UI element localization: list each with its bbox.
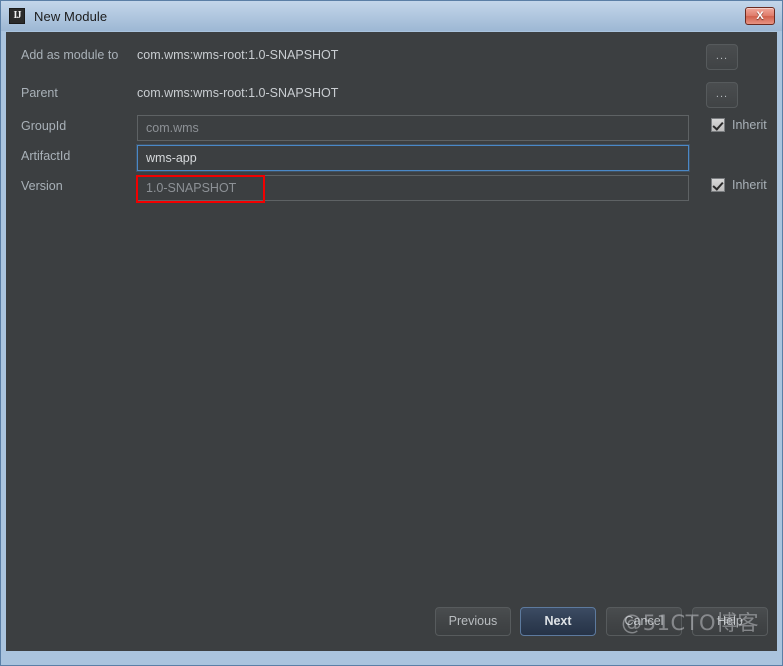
close-icon[interactable]: X	[745, 7, 775, 25]
dialog-button-bar: Previous Next Cancel Help	[6, 607, 777, 637]
title-bar[interactable]: IJ New Module X	[1, 1, 782, 31]
help-button[interactable]: Help	[692, 607, 768, 636]
version-input[interactable]: 1.0-SNAPSHOT	[137, 175, 689, 201]
label-artifactid: ArtifactId	[21, 149, 71, 163]
browse-button-parent[interactable]: ...	[706, 82, 738, 108]
checkbox-checked-icon[interactable]	[711, 178, 725, 192]
intellij-idea-icon: IJ	[9, 8, 25, 24]
checkbox-checked-icon[interactable]	[711, 118, 725, 132]
inherit-label-groupid: Inherit	[732, 118, 767, 132]
label-add-as-module-to: Add as module to	[21, 48, 119, 62]
value-add-as-module-to: com.wms:wms-root:1.0-SNAPSHOT	[137, 48, 339, 62]
window-title: New Module	[34, 8, 108, 24]
value-parent: com.wms:wms-root:1.0-SNAPSHOT	[137, 86, 339, 100]
artifactid-input[interactable]: wms-app	[137, 145, 689, 171]
label-version: Version	[21, 179, 63, 193]
dialog-content-panel: Add as module to com.wms:wms-root:1.0-SN…	[6, 32, 777, 651]
form-row-groupid: GroupId com.wms Inherit	[6, 115, 777, 141]
browse-button-add-as-module-to[interactable]: ...	[706, 44, 738, 70]
inherit-checkbox-groupid[interactable]: Inherit	[711, 118, 767, 132]
groupid-input[interactable]: com.wms	[137, 115, 689, 141]
label-groupid: GroupId	[21, 119, 67, 133]
inherit-checkbox-version[interactable]: Inherit	[711, 178, 767, 192]
cancel-button[interactable]: Cancel	[606, 607, 682, 636]
new-module-dialog-window: IJ New Module X Add as module to com.wms…	[0, 0, 783, 666]
form-row-parent: Parent com.wms:wms-root:1.0-SNAPSHOT ...	[6, 82, 777, 108]
form-row-version: Version 1.0-SNAPSHOT Inherit	[6, 175, 777, 201]
inherit-label-version: Inherit	[732, 178, 767, 192]
form-row-artifactid: ArtifactId wms-app	[6, 145, 777, 171]
form-row-add-as-module-to: Add as module to com.wms:wms-root:1.0-SN…	[6, 44, 777, 70]
next-button[interactable]: Next	[520, 607, 596, 636]
previous-button[interactable]: Previous	[435, 607, 511, 636]
label-parent: Parent	[21, 86, 58, 100]
